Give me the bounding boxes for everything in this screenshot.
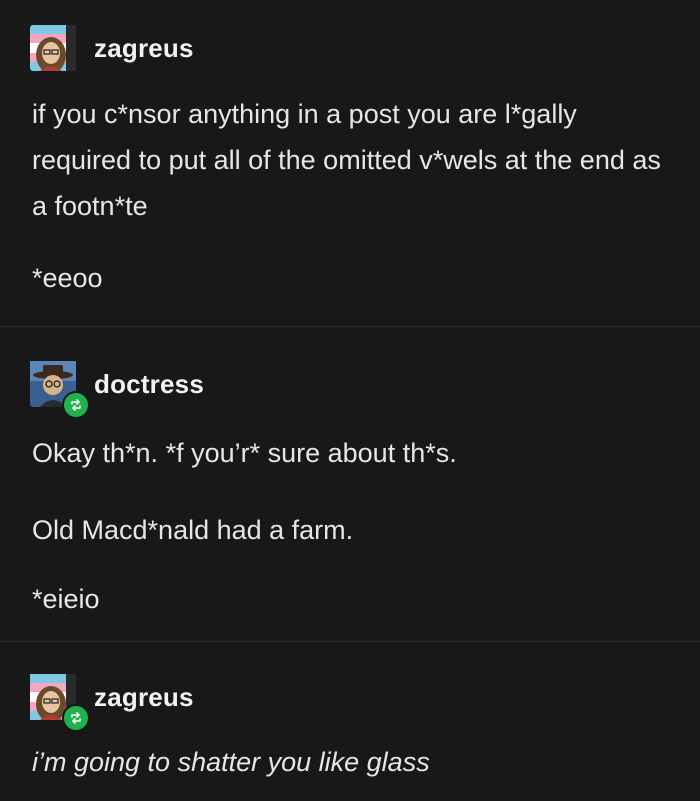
post-header: zagreus <box>30 672 194 732</box>
post-doctress-reblog: doctress Okay th*n. *f you’r* sure about… <box>0 327 700 641</box>
post-text: Old Macd*nald had a farm. <box>32 515 354 545</box>
avatar[interactable] <box>30 674 90 732</box>
post-text: Okay th*n. *f you’r* sure about th*s. <box>32 438 457 468</box>
post-text: i’m going to shatter you like glass <box>32 747 430 777</box>
post-header: doctress <box>30 359 204 419</box>
post-text: *eeoo <box>32 263 103 293</box>
reblog-icon <box>62 704 90 732</box>
reblog-thread: zagreus if you c*nsor anything in a post… <box>0 0 700 801</box>
username[interactable]: zagreus <box>94 682 194 713</box>
post-text: if you c*nsor anything in a post you are… <box>32 99 661 221</box>
avatar[interactable] <box>30 25 76 71</box>
avatar[interactable] <box>30 361 90 419</box>
post-text: *eieio <box>32 584 100 614</box>
post-zagreus-original: zagreus if you c*nsor anything in a post… <box>0 0 700 326</box>
zagreus-avatar-icon <box>30 25 76 71</box>
username[interactable]: doctress <box>94 369 204 400</box>
reblog-icon <box>62 391 90 419</box>
post-header: zagreus <box>30 23 194 73</box>
post-zagreus-reblog: zagreus i’m going to shatter you like gl… <box>0 642 700 801</box>
username[interactable]: zagreus <box>94 33 194 64</box>
